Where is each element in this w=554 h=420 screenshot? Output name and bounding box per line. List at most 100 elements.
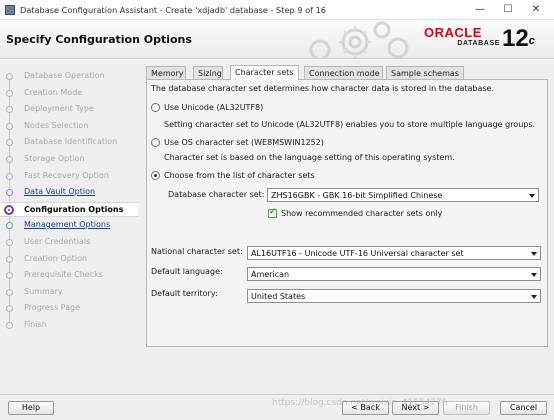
step-creation-option: Creation Option bbox=[0, 252, 138, 267]
step-dot-icon bbox=[6, 322, 13, 329]
back-button[interactable]: < Back bbox=[342, 401, 389, 415]
step-dot-icon bbox=[4, 205, 14, 215]
tab-memory[interactable]: Memory bbox=[146, 66, 186, 79]
page-title: Specify Configuration Options bbox=[6, 33, 192, 46]
minimize-button[interactable]: — bbox=[466, 2, 494, 18]
step-dot-icon bbox=[6, 90, 13, 97]
step-dot-icon bbox=[6, 305, 13, 312]
step-creation-mode: Creation Mode bbox=[0, 86, 138, 101]
step-label: Nodes Selection bbox=[24, 121, 89, 130]
database-charset-label: Database character set: bbox=[168, 190, 265, 199]
chevron-down-icon bbox=[529, 194, 535, 198]
step-dot-icon bbox=[6, 123, 13, 130]
database-charset-value: ZHS16GBK - GBK 16-bit Simplified Chinese bbox=[271, 191, 443, 200]
step-progress-page: Progress Page bbox=[0, 301, 138, 316]
maximize-button[interactable]: ☐ bbox=[494, 2, 522, 18]
step-dot-icon bbox=[6, 73, 13, 80]
tab-connection-mode[interactable]: Connection mode bbox=[304, 66, 383, 79]
body-area: Database Operation Creation Mode Deploymen… bbox=[0, 60, 554, 394]
oracle-logo: ORACLE DATABASE bbox=[424, 26, 504, 54]
finish-button[interactable]: Finish bbox=[443, 401, 490, 415]
os-charset-radio[interactable] bbox=[151, 138, 160, 147]
version-suffix: c bbox=[528, 35, 535, 47]
step-label: Prerequisite Checks bbox=[24, 270, 103, 279]
step-label: Configuration Options bbox=[24, 205, 124, 214]
step-label: User Credentials bbox=[24, 237, 91, 246]
step-label[interactable]: Data Vault Option bbox=[24, 187, 95, 196]
wizard-footer: Help < Back Next > Finish Cancel bbox=[0, 394, 554, 420]
step-dot-icon bbox=[6, 272, 13, 279]
step-dot-icon bbox=[6, 106, 13, 113]
step-label: Summary bbox=[24, 287, 63, 296]
step-nodes-selection: Nodes Selection bbox=[0, 119, 138, 134]
step-management-options[interactable]: Management Options bbox=[0, 218, 138, 233]
app-icon bbox=[5, 5, 15, 15]
step-fast-recovery-option: Fast Recovery Option bbox=[0, 169, 138, 184]
default-language-label: Default language: bbox=[151, 267, 223, 276]
national-charset-value: AL16UTF16 - Unicode UTF-16 Universal cha… bbox=[251, 249, 464, 258]
step-label: Database Operation bbox=[24, 71, 105, 80]
chevron-down-icon bbox=[531, 273, 537, 277]
step-summary: Summary bbox=[0, 285, 138, 300]
show-recommended-label[interactable]: Show recommended character sets only bbox=[281, 209, 442, 218]
step-dot-icon bbox=[6, 222, 13, 229]
step-dot-icon bbox=[6, 289, 13, 296]
unicode-label[interactable]: Use Unicode (AL32UTF8) bbox=[164, 103, 263, 112]
national-charset-select[interactable]: AL16UTF16 - Unicode UTF-16 Universal cha… bbox=[247, 246, 541, 260]
step-finish: Finish bbox=[0, 318, 138, 333]
steps-sidebar: Database Operation Creation Mode Deploymen… bbox=[0, 60, 138, 394]
tab-sizing[interactable]: Sizing bbox=[193, 66, 223, 79]
choose-charset-radio[interactable] bbox=[151, 171, 160, 180]
step-storage-option: Storage Option bbox=[0, 152, 138, 167]
step-dot-icon bbox=[6, 156, 13, 163]
close-button[interactable]: ✕ bbox=[522, 2, 550, 18]
window-title: Database Configuration Assistant - Creat… bbox=[20, 5, 326, 15]
unicode-radio[interactable] bbox=[151, 103, 160, 112]
step-database-identification: Database Identification bbox=[0, 135, 138, 150]
tab-character-sets[interactable]: Character sets bbox=[230, 65, 299, 80]
choose-charset-label[interactable]: Choose from the list of character sets bbox=[164, 171, 315, 180]
default-language-select[interactable]: American bbox=[247, 267, 541, 281]
database-charset-select[interactable]: ZHS16GBK - GBK 16-bit Simplified Chinese bbox=[267, 188, 539, 202]
step-label: Creation Option bbox=[24, 254, 88, 263]
step-database-operation: Database Operation bbox=[0, 69, 138, 84]
step-deployment-type: Deployment Type bbox=[0, 102, 138, 117]
charset-intro: The database character set determines ho… bbox=[151, 84, 494, 93]
step-label: Progress Page bbox=[24, 303, 81, 312]
database-wordmark: DATABASE bbox=[457, 40, 500, 47]
chevron-down-icon bbox=[531, 252, 537, 256]
step-dot-icon bbox=[6, 256, 13, 263]
gears-icon bbox=[309, 21, 409, 59]
step-dot-icon bbox=[6, 239, 13, 246]
version-number: 12 bbox=[502, 25, 529, 52]
os-charset-description: Character set is based on the language s… bbox=[164, 153, 455, 162]
default-language-value: American bbox=[251, 270, 290, 279]
next-button[interactable]: Next > bbox=[392, 401, 439, 415]
default-territory-select[interactable]: United States bbox=[247, 289, 541, 303]
window-titlebar: Database Configuration Assistant - Creat… bbox=[0, 0, 554, 20]
step-label: Deployment Type bbox=[24, 104, 94, 113]
step-data-vault-option[interactable]: Data Vault Option bbox=[0, 185, 138, 200]
oracle-wordmark: ORACLE bbox=[424, 25, 482, 40]
step-configuration-options: Configuration Options bbox=[0, 202, 138, 217]
help-button[interactable]: Help bbox=[8, 401, 54, 415]
step-user-credentials: User Credentials bbox=[0, 235, 138, 250]
step-label: Database Identification bbox=[24, 137, 118, 146]
cancel-button[interactable]: Cancel bbox=[500, 401, 547, 415]
step-dot-icon bbox=[6, 173, 13, 180]
checkmark-icon: ✓ bbox=[269, 207, 277, 217]
default-territory-label: Default territory: bbox=[151, 289, 218, 298]
show-recommended-checkbox[interactable]: ✓ bbox=[268, 207, 277, 218]
page-header: Specify Configuration Options ORACLE DAT… bbox=[0, 20, 554, 59]
step-label[interactable]: Management Options bbox=[24, 220, 110, 229]
step-dot-icon bbox=[6, 189, 13, 196]
step-label: Fast Recovery Option bbox=[24, 171, 109, 180]
step-label: Finish bbox=[24, 320, 47, 329]
step-label: Creation Mode bbox=[24, 88, 83, 97]
step-prerequisite-checks: Prerequisite Checks bbox=[0, 268, 138, 283]
os-charset-label[interactable]: Use OS character set (WE8MSWIN1252) bbox=[164, 138, 324, 147]
national-charset-label: National character set: bbox=[151, 247, 243, 256]
step-dot-icon bbox=[6, 139, 13, 146]
version-badge: 12c bbox=[502, 25, 535, 53]
tab-sample-schemas[interactable]: Sample schemas bbox=[386, 66, 464, 79]
